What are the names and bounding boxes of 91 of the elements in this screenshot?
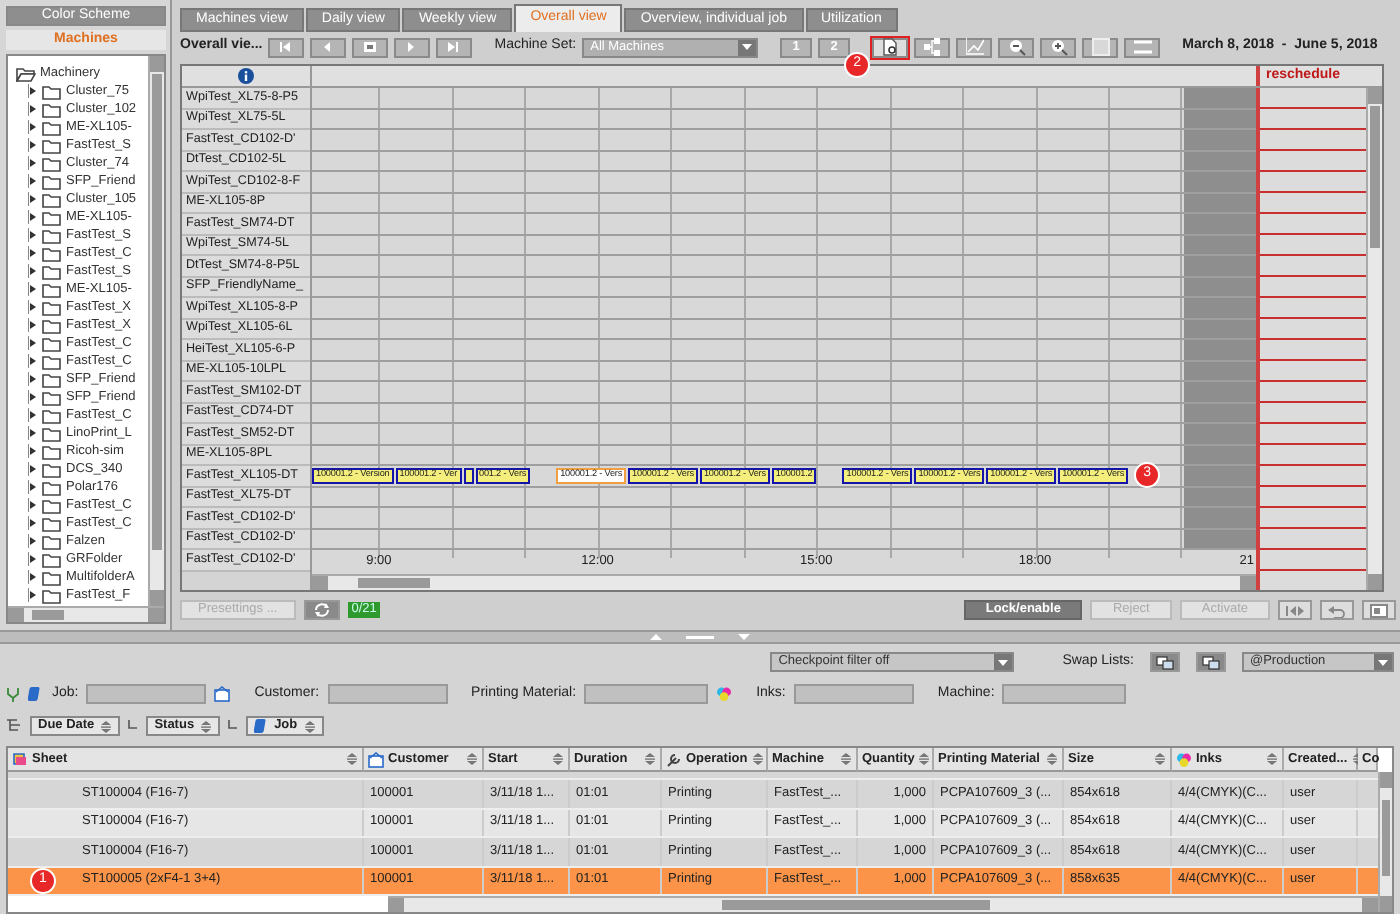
expand-icon[interactable] [28, 84, 38, 98]
vertical-scrollbar[interactable] [1378, 772, 1392, 912]
first-icon [278, 40, 295, 54]
expand-icon[interactable] [28, 516, 38, 530]
image-icon [362, 40, 379, 54]
image-button[interactable] [352, 37, 389, 57]
previous-button[interactable] [310, 37, 347, 57]
zoom-in-button[interactable] [1040, 37, 1077, 57]
expand-icon[interactable] [28, 498, 38, 512]
expand-icon[interactable] [28, 210, 38, 224]
expand-icon[interactable] [28, 408, 38, 422]
expand-icon[interactable] [28, 480, 38, 494]
caret-icon [1378, 659, 1388, 665]
swap-button[interactable] [1150, 652, 1180, 672]
expand-icon[interactable] [28, 336, 38, 350]
vertical-scrollbar[interactable] [148, 56, 164, 606]
expand-icon[interactable] [28, 120, 38, 134]
inks-icon [1176, 751, 1192, 767]
inks-icon [716, 686, 733, 702]
input-field[interactable] [86, 684, 207, 704]
input-field[interactable] [584, 684, 709, 704]
connector-icon [128, 718, 139, 734]
horizontal-scrollbar[interactable] [312, 574, 1256, 590]
document-button[interactable] [872, 37, 909, 57]
expand-icon[interactable] [28, 102, 38, 116]
splitter-handle-icon[interactable] [650, 632, 750, 642]
last-icon [446, 40, 463, 54]
expand-icon[interactable] [28, 354, 38, 368]
input-field[interactable] [793, 684, 914, 704]
expand-icon[interactable] [28, 444, 38, 458]
expand-icon[interactable] [28, 282, 38, 296]
expand-icon[interactable] [28, 174, 38, 188]
expand-icon[interactable] [28, 426, 38, 440]
refresh-button[interactable] [303, 600, 340, 620]
customer-icon [368, 751, 384, 767]
caret-icon [998, 659, 1009, 665]
expand-icon[interactable] [28, 300, 38, 314]
expand-icon[interactable] [28, 570, 38, 584]
expand-icon[interactable] [28, 228, 38, 242]
job-icon [28, 686, 44, 702]
expand-icon[interactable] [28, 390, 38, 404]
layout-button[interactable] [1362, 600, 1396, 620]
undo-button[interactable] [1320, 600, 1354, 620]
vertical-scrollbar[interactable] [1366, 88, 1382, 590]
expand-icon[interactable] [28, 534, 38, 548]
layout-icon [1370, 603, 1388, 617]
swap-icon [1202, 655, 1220, 669]
expand-icon[interactable] [28, 318, 38, 332]
undo-icon [1328, 603, 1346, 617]
customer-icon [214, 686, 231, 702]
expand-icon[interactable] [28, 138, 38, 152]
lines-button[interactable] [1124, 37, 1161, 57]
chart-icon [965, 38, 984, 56]
expand-icon[interactable] [28, 462, 38, 476]
chart-button[interactable] [956, 37, 993, 57]
first-button[interactable] [1278, 600, 1312, 620]
input-field[interactable] [1002, 684, 1127, 704]
swap-button[interactable] [1196, 652, 1226, 672]
expand-icon[interactable] [28, 588, 38, 602]
expand-icon[interactable] [28, 552, 38, 566]
swap-icon [1156, 655, 1174, 669]
horizontal-scrollbar[interactable] [8, 606, 164, 622]
zoom-out-button[interactable] [998, 37, 1035, 57]
expand-icon[interactable] [28, 246, 38, 260]
input-field[interactable] [327, 684, 448, 704]
info-icon [238, 68, 254, 84]
filter-icon [6, 686, 20, 702]
refresh-icon [311, 602, 332, 618]
sort-icon[interactable] [1351, 752, 1364, 766]
zoom-out-icon [1007, 38, 1026, 56]
hierarchy-icon [923, 38, 942, 56]
expand-icon[interactable] [28, 372, 38, 386]
schedule-bar[interactable] [463, 467, 474, 483]
connector-icon [228, 718, 239, 734]
square-icon [1091, 38, 1110, 56]
first-icon [1286, 603, 1304, 617]
zoom-in-icon [1049, 38, 1068, 56]
expand-icon[interactable] [28, 264, 38, 278]
sheet-icon [12, 751, 28, 767]
last-button[interactable] [436, 37, 473, 57]
lines-icon [1133, 38, 1152, 56]
first-button[interactable] [268, 37, 305, 57]
expand-icon[interactable] [28, 156, 38, 170]
next-button[interactable] [394, 37, 431, 57]
caret-icon [742, 44, 753, 50]
expand-icon[interactable] [28, 192, 38, 206]
horizontal-scrollbar[interactable] [388, 896, 1378, 912]
job-icon [254, 718, 269, 734]
group-icon [6, 718, 22, 734]
document-icon [881, 38, 900, 56]
wrench-icon [666, 751, 682, 767]
